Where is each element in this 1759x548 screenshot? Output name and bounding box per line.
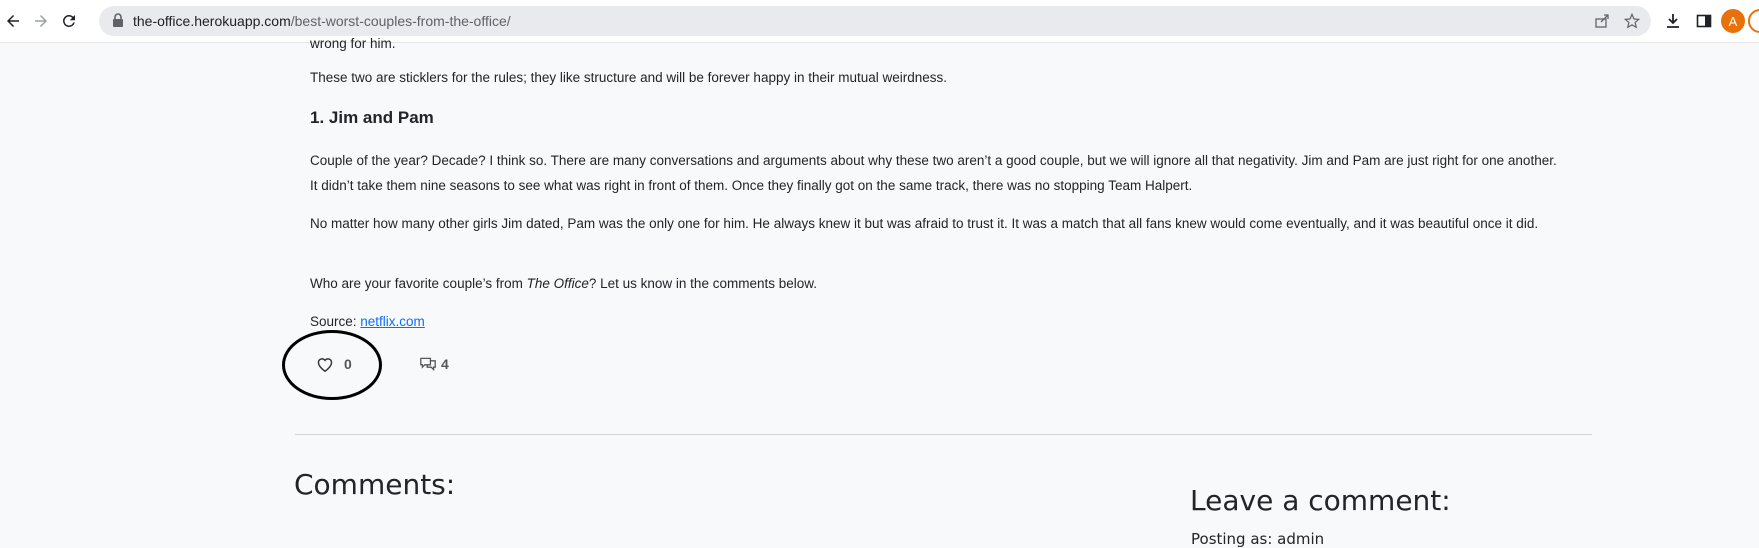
like-button[interactable]: 0 (316, 356, 352, 372)
browser-toolbar: the-office.herokuapp.com/best-worst-coup… (0, 0, 1759, 43)
article-paragraph: These two are sticklers for the rules; t… (310, 70, 948, 85)
download-icon[interactable] (1663, 11, 1683, 31)
source-label: Source: (310, 314, 361, 329)
profile-avatar[interactable]: A (1721, 9, 1745, 33)
profile-avatar-extra[interactable] (1748, 9, 1759, 33)
reload-icon[interactable] (57, 9, 81, 33)
url-path: /best-worst-couples-from-the-office/ (290, 13, 511, 29)
article-paragraph: Couple of the year? Decade? I think so. … (310, 153, 1557, 193)
comment-count: 4 (441, 356, 449, 372)
comment-icon (418, 356, 438, 372)
article-paragraph: No matter how many other girls Jim dated… (310, 216, 1539, 231)
side-panel-icon[interactable] (1694, 11, 1714, 31)
comments-button[interactable]: 4 (418, 356, 449, 372)
star-icon[interactable] (1622, 11, 1642, 31)
url-host: the-office.herokuapp.com (133, 13, 291, 29)
question-text: Who are your favorite couple’s from (310, 276, 527, 291)
source-line: Source: netflix.com (310, 314, 425, 329)
like-count: 0 (344, 356, 352, 372)
posting-as-label: Posting as: admin (1191, 530, 1325, 548)
question-text-end: ? Let us know in the comments below. (588, 276, 817, 291)
lock-icon (112, 12, 124, 33)
show-title: The Office (526, 276, 589, 291)
heart-icon (316, 356, 334, 372)
source-link[interactable]: netflix.com (360, 314, 425, 329)
forward-arrow-icon[interactable] (29, 9, 53, 33)
divider (295, 434, 1592, 435)
url-text[interactable]: the-office.herokuapp.com/best-worst-coup… (133, 13, 511, 29)
article-paragraph-question: Who are your favorite couple’s from The … (310, 276, 1560, 291)
share-icon[interactable] (1592, 11, 1612, 31)
back-arrow-icon[interactable] (1, 9, 25, 33)
article-fragment: wrong for him. (310, 36, 396, 51)
comments-title: Comments: (294, 468, 456, 501)
leave-comment-title: Leave a comment: (1190, 484, 1451, 517)
section-heading: 1. Jim and Pam (310, 108, 434, 127)
